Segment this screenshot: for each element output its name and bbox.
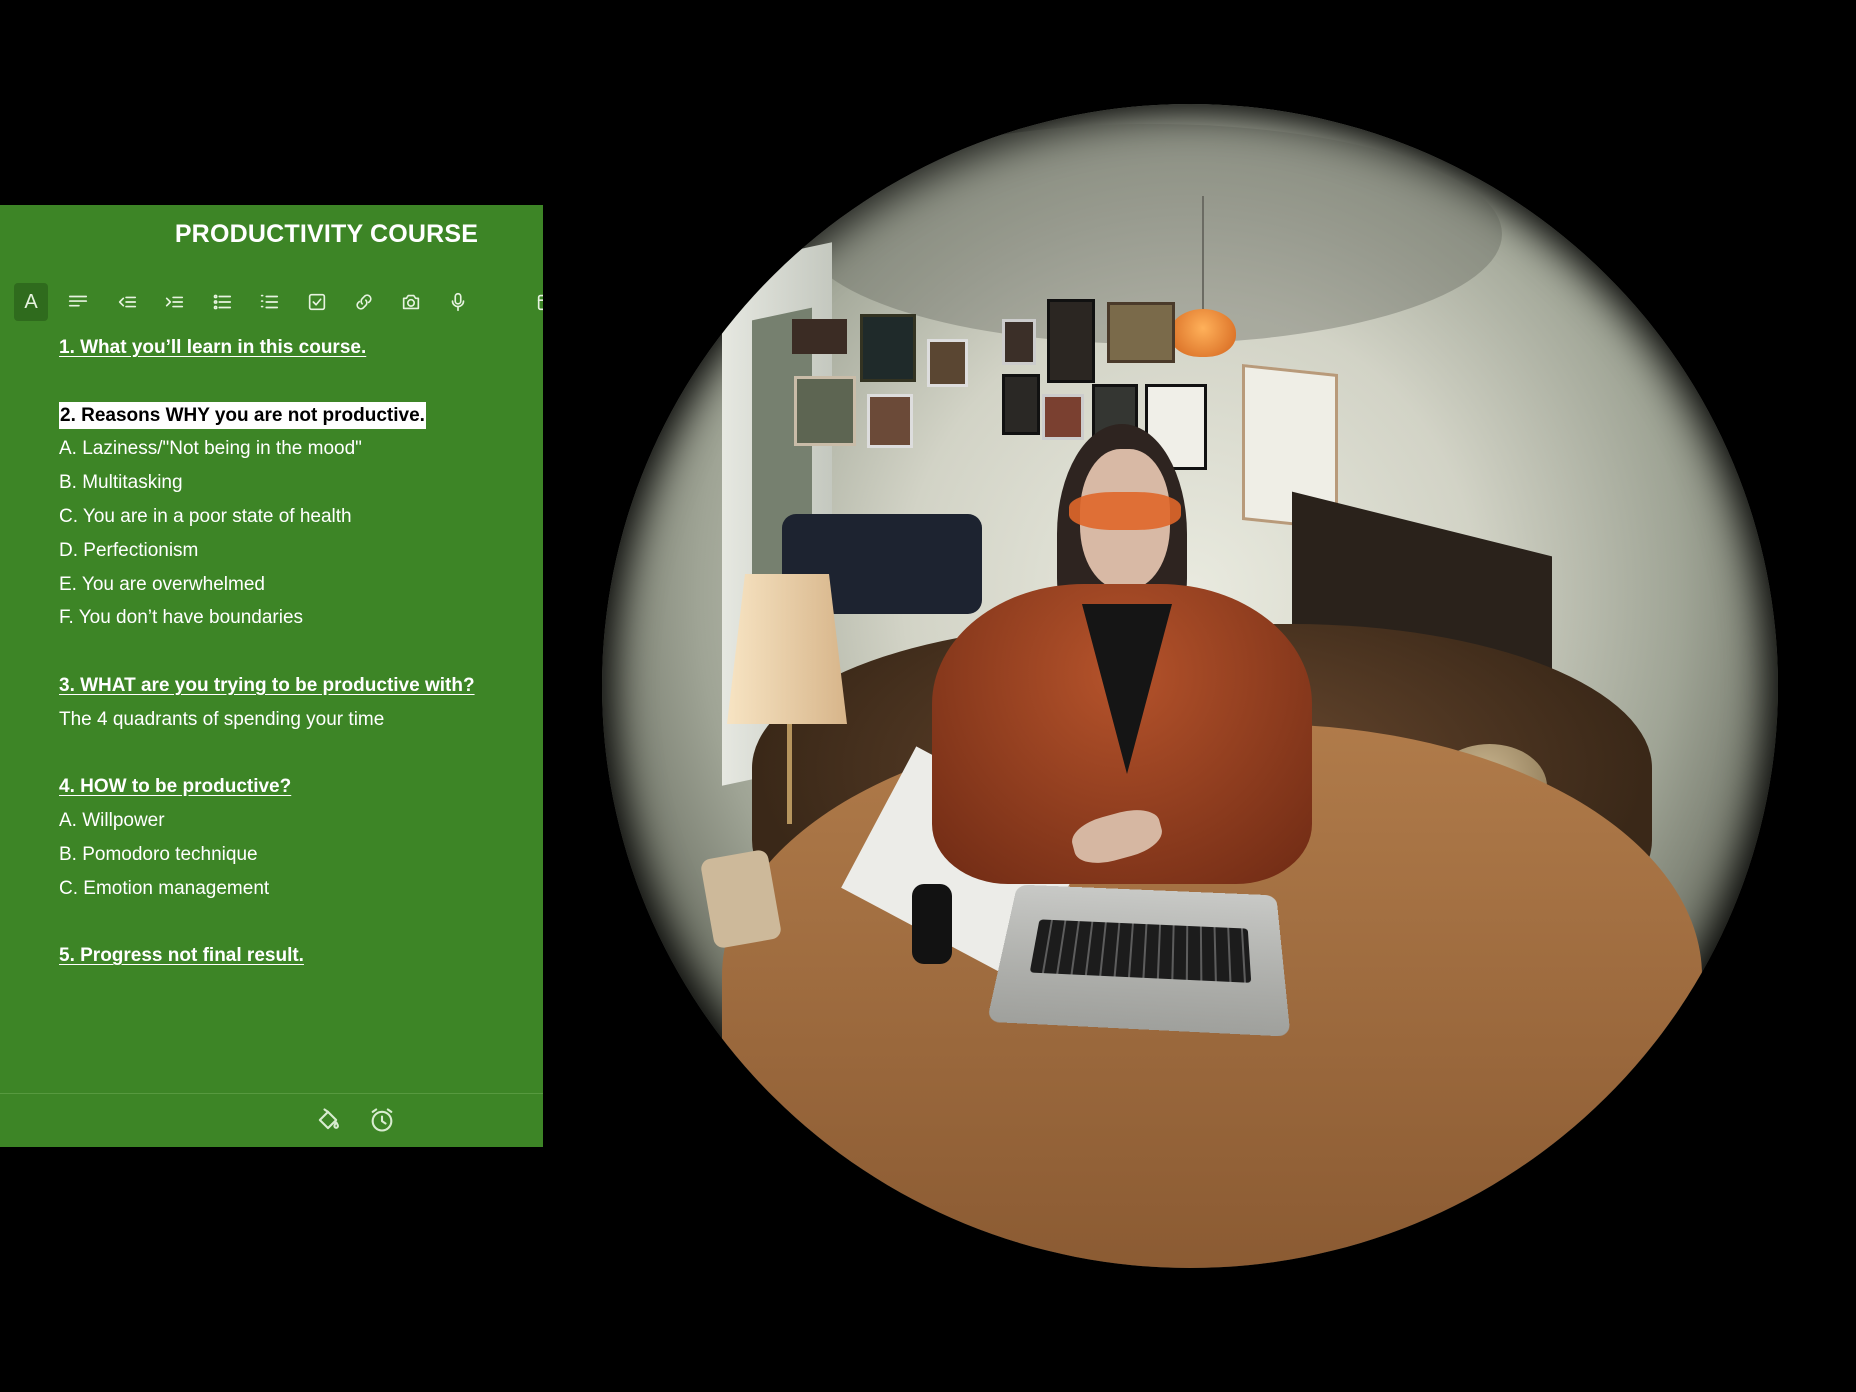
indent-icon xyxy=(165,296,184,308)
calendar-icon xyxy=(537,294,543,311)
laptop-keyboard xyxy=(1029,919,1252,983)
paint-bucket-button[interactable] xyxy=(314,1106,344,1136)
indent-button[interactable] xyxy=(157,283,191,321)
microphone-stand xyxy=(912,884,952,964)
picture-frame xyxy=(1042,394,1084,440)
note-line: D. Perfectionism xyxy=(59,539,199,561)
text-format-button[interactable]: A xyxy=(14,283,48,321)
formatting-toolbar: A xyxy=(14,283,543,321)
notes-panel: PRODUCTIVITY COURSE A 1. What you’ll lea… xyxy=(0,205,543,1147)
alarm-clock-icon xyxy=(371,1108,393,1132)
outdent-button[interactable] xyxy=(110,283,144,321)
pendant-cord xyxy=(1202,196,1204,316)
note-line xyxy=(59,365,523,399)
align-text-button[interactable] xyxy=(61,283,95,321)
microphone-icon xyxy=(451,292,465,312)
note-line: The 4 quadrants of spending your time xyxy=(59,708,385,730)
note-line: 2. Reasons WHY you are not productive. xyxy=(59,399,523,433)
pendant-lamp xyxy=(1170,309,1236,357)
checkbox-icon xyxy=(308,293,326,311)
note-line: C. You are in a poor state of health xyxy=(59,505,352,527)
picture-frame xyxy=(1047,299,1095,383)
link-icon xyxy=(356,294,372,310)
note-line: 3. WHAT are you trying to be productive … xyxy=(59,674,475,696)
numbered-list-icon xyxy=(260,294,279,309)
bulleted-list-icon xyxy=(213,294,232,310)
picture-frame xyxy=(1002,319,1036,365)
note-line: 1. What you’ll learn in this course. xyxy=(59,337,367,358)
bottom-bar xyxy=(0,1093,543,1147)
picture-frame xyxy=(927,339,968,387)
note-line: 5. Progress not final result. xyxy=(59,945,304,967)
note-line: B. Pomodoro technique xyxy=(59,843,258,865)
paint-bucket-icon xyxy=(318,1108,339,1130)
camera-button[interactable] xyxy=(394,283,428,321)
note-line: C. Emotion management xyxy=(59,877,270,899)
align-text-icon xyxy=(68,295,88,307)
picture-frame xyxy=(792,319,847,354)
note-line xyxy=(59,635,523,669)
note-line: F. You don’t have boundaries xyxy=(59,607,304,629)
microphone-button[interactable] xyxy=(441,283,475,321)
note-line: 4. HOW to be productive? xyxy=(59,776,292,798)
orange-sunglasses xyxy=(1069,492,1181,530)
note-line: A. Laziness/"Not being in the mood" xyxy=(59,438,362,460)
picture-frame xyxy=(867,394,913,448)
note-line: A. Willpower xyxy=(59,810,165,832)
outdent-icon xyxy=(118,296,137,308)
text-format-icon: A xyxy=(24,290,38,313)
note-line: B. Multitasking xyxy=(59,472,183,494)
note-body[interactable]: 1. What you’ll learn in this course. 2. … xyxy=(59,331,523,973)
picture-frame xyxy=(794,376,856,446)
table-lamp-stand xyxy=(787,724,792,824)
note-line xyxy=(59,737,523,771)
link-button[interactable] xyxy=(347,283,381,321)
picture-frame xyxy=(1002,374,1040,435)
selected-heading: 2. Reasons WHY you are not productive. xyxy=(59,401,426,429)
camera-icon xyxy=(402,294,420,310)
numbered-list-button[interactable] xyxy=(252,283,286,321)
note-line xyxy=(59,906,523,940)
fisheye-video-view xyxy=(602,104,1778,1268)
bulleted-list-button[interactable] xyxy=(205,283,239,321)
calendar-button[interactable] xyxy=(529,283,543,321)
picture-frame xyxy=(1107,302,1175,363)
table-lamp-shade xyxy=(727,574,847,724)
checkbox-button[interactable] xyxy=(300,283,334,321)
alarm-clock-button[interactable] xyxy=(368,1106,398,1136)
picture-frame xyxy=(860,314,916,382)
note-line: E. You are overwhelmed xyxy=(59,573,265,595)
note-title: PRODUCTIVITY COURSE xyxy=(174,220,479,248)
